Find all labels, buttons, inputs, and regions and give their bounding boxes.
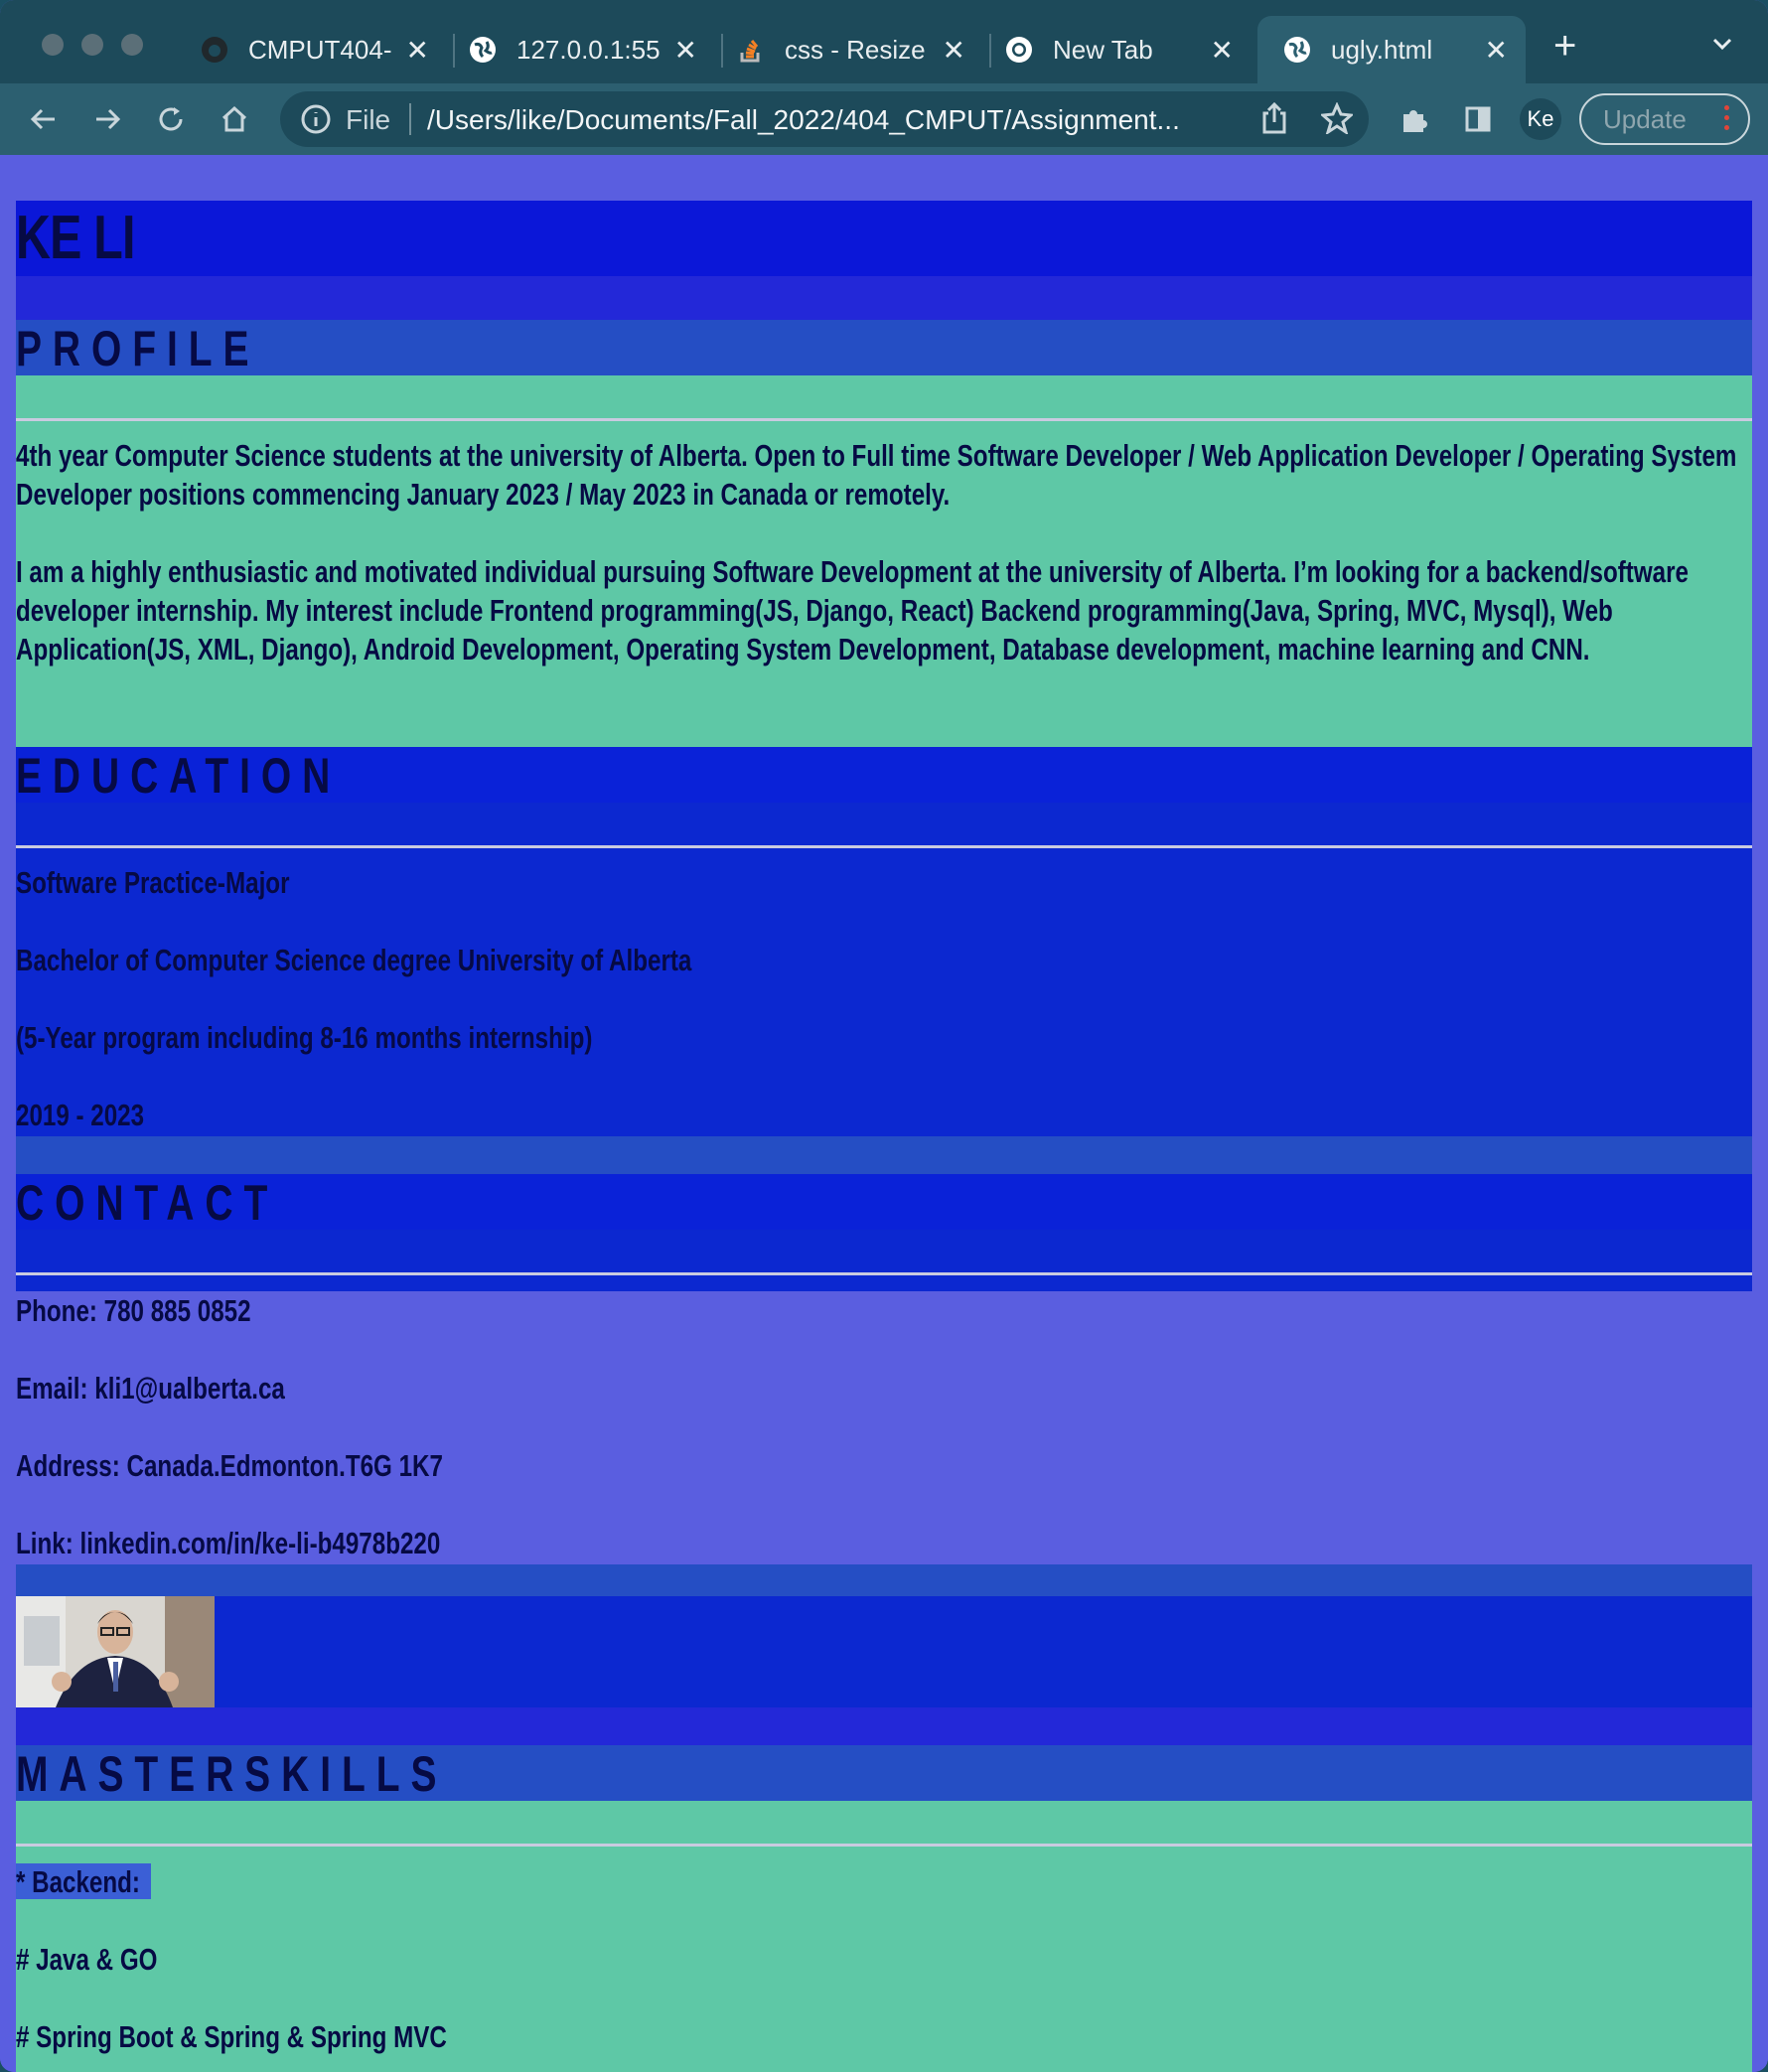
browser-window: CMPUT404- ✕ 127.0.0.1:55 ✕ css - Resize …	[0, 0, 1768, 2072]
zoom-window-button[interactable]	[121, 34, 143, 56]
info-icon[interactable]	[300, 103, 332, 135]
skill-item: # Java & GO	[16, 1942, 158, 1977]
address-bar[interactable]: File /Users/like/Documents/Fall_2022/404…	[280, 91, 1369, 147]
tab-new-tab[interactable]: New Tab ✕	[1003, 16, 1252, 83]
contact-email[interactable]: Email: kli1@ualberta.ca	[16, 1369, 285, 1407]
forward-button[interactable]	[85, 83, 129, 155]
extensions-puzzle-icon[interactable]	[1393, 83, 1436, 155]
arrow-right-icon	[96, 108, 121, 130]
tab-localhost[interactable]: 127.0.0.1:55 ✕	[467, 16, 715, 83]
education-heading: EDUCATION	[16, 748, 342, 804]
education-heading-band: EDUCATION	[16, 747, 1752, 804]
contact-linkedin-link[interactable]: Link: linkedin.com/in/ke-li-b4978b220	[16, 1524, 440, 1562]
close-tab-icon[interactable]: ✕	[1211, 34, 1234, 67]
browser-toolbar: File /Users/like/Documents/Fall_2022/404…	[0, 83, 1768, 155]
page-title: KE LI	[16, 204, 135, 272]
contact-heading: CONTACT	[16, 1175, 279, 1231]
education-years: 2019 - 2023	[16, 1098, 145, 1132]
close-tab-icon[interactable]: ✕	[674, 34, 697, 67]
chrome-icon	[1003, 34, 1035, 66]
globe-icon	[1281, 34, 1313, 66]
new-tab-button[interactable]: +	[1553, 24, 1576, 69]
profile-heading-band: PROFILE	[16, 320, 1752, 376]
skills-heading: MASTERSKILLS	[16, 1746, 448, 1802]
tab-title: 127.0.0.1:55	[516, 34, 661, 65]
home-icon	[221, 105, 247, 132]
profile-heading: PROFILE	[16, 321, 260, 376]
github-icon	[199, 34, 230, 66]
profile-photo	[16, 1596, 215, 1707]
education-degree: Bachelor of Computer Science degree Univ…	[16, 943, 692, 977]
minimize-window-button[interactable]	[81, 34, 103, 56]
profile-summary: 4th year Computer Science students at th…	[16, 438, 1737, 512]
update-label: Update	[1603, 103, 1687, 134]
contact-address: Address: Canada.Edmonton.T6G 1K7	[16, 1448, 443, 1483]
profile-description: I am a highly enthusiastic and motivated…	[16, 554, 1689, 666]
tab-cmput404[interactable]: CMPUT404- ✕	[199, 16, 447, 83]
reload-button[interactable]	[149, 83, 193, 155]
tab-search-chevron-icon[interactable]	[1710, 34, 1734, 59]
tab-stackoverflow[interactable]: css - Resize ✕	[735, 16, 983, 83]
back-button[interactable]	[22, 83, 66, 155]
skill-item: # Spring Boot & Spring & Spring MVC	[16, 2019, 447, 2054]
tab-title: css - Resize	[785, 34, 926, 65]
tab-title: ugly.html	[1331, 34, 1433, 65]
tab-title: CMPUT404-	[248, 34, 392, 65]
close-tab-icon[interactable]: ✕	[406, 34, 429, 67]
menu-dots-icon[interactable]	[1724, 105, 1730, 135]
contact-phone: Phone: 780 885 0852	[16, 1293, 251, 1328]
arrow-left-icon	[30, 108, 55, 130]
education-major: Software Practice-Major	[16, 865, 290, 900]
skills-heading-band: MASTERSKILLS	[16, 1745, 1752, 1802]
url-text[interactable]: /Users/like/Documents/Fall_2022/404_CMPU…	[427, 104, 1212, 136]
update-button[interactable]: Update	[1579, 93, 1750, 145]
tab-strip: CMPUT404- ✕ 127.0.0.1:55 ✕ css - Resize …	[0, 0, 1768, 83]
name-section: KE LI	[16, 201, 1752, 276]
contact-heading-band: CONTACT	[16, 1174, 1752, 1231]
close-tab-icon[interactable]: ✕	[943, 34, 965, 67]
globe-icon	[467, 34, 499, 66]
home-button[interactable]	[213, 83, 256, 155]
side-panel-icon[interactable]	[1456, 83, 1500, 155]
close-tab-icon[interactable]: ✕	[1485, 34, 1508, 67]
reload-icon	[159, 107, 183, 131]
skill-category-backend: * Backend:	[16, 1864, 140, 1899]
share-icon[interactable]	[1259, 101, 1289, 140]
bookmark-star-icon[interactable]	[1319, 101, 1355, 139]
profile-avatar[interactable]: Ke	[1520, 98, 1561, 140]
page-content: KE LI PROFILE 4th year Computer Science …	[0, 155, 1768, 2072]
tab-title: New Tab	[1053, 34, 1153, 65]
url-scheme: File	[346, 104, 391, 135]
close-window-button[interactable]	[42, 34, 64, 56]
tab-ugly-html[interactable]: ugly.html ✕	[1257, 16, 1526, 83]
education-program: (5-Year program including 8-16 months in…	[16, 1020, 593, 1055]
stackoverflow-icon	[735, 34, 767, 66]
